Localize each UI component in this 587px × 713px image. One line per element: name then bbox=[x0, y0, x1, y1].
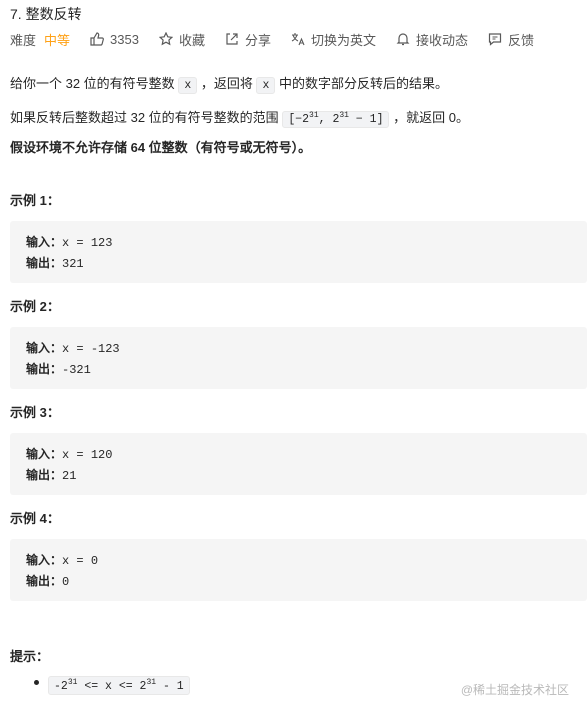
problem-title: 7. 整数反转 bbox=[10, 6, 82, 22]
example-1-title: 示例 1： bbox=[10, 193, 60, 208]
example-3-title: 示例 3： bbox=[10, 405, 60, 420]
range-exponent: 31 bbox=[339, 111, 349, 120]
feedback-label: 反馈 bbox=[508, 32, 535, 48]
example-output: 321 bbox=[62, 257, 84, 271]
constraint-exponent: 31 bbox=[67, 678, 78, 687]
output-label: 输出： bbox=[26, 256, 63, 270]
constraint-part: -2 bbox=[54, 679, 68, 693]
constraint-exponent: 31 bbox=[146, 678, 157, 687]
difficulty-label: 难度 bbox=[10, 32, 37, 48]
share-button[interactable]: 分享 bbox=[225, 30, 271, 49]
example-input: x = -123 bbox=[62, 342, 120, 356]
example-1-block: 输入：x = 123 输出：321 bbox=[10, 221, 587, 283]
desc-text: ，返回将 bbox=[200, 76, 253, 91]
example-input: x = 123 bbox=[62, 236, 113, 250]
problem-toolbar: 难度 中等 3353 收藏 分享 切换为英文 接收动态 反馈 bbox=[10, 28, 554, 50]
watermark: @稀土掘金技术社区 bbox=[460, 683, 569, 697]
inline-code-x: x bbox=[256, 77, 276, 94]
hint-constraint: -231 <= x <= 231 - 1 bbox=[48, 676, 190, 695]
example-output: 21 bbox=[62, 469, 77, 483]
desc-text: 如果反转后整数超过 32 位的有符号整数的范围 bbox=[10, 109, 279, 125]
input-label: 输入： bbox=[26, 341, 63, 355]
example-2-title: 示例 2： bbox=[10, 299, 60, 314]
translate-icon bbox=[291, 32, 305, 46]
example-input: x = 120 bbox=[62, 448, 113, 462]
desc-text: 给你一个 32 位的有符号整数 bbox=[10, 76, 175, 91]
switch-language-button[interactable]: 切换为英文 bbox=[291, 30, 376, 49]
example-4-block: 输入：x = 0 输出：0 bbox=[10, 539, 587, 601]
description-paragraph-1: 给你一个 32 位的有符号整数 x ，返回将 x 中的数字部分反转后的结果。 bbox=[10, 74, 448, 96]
share-icon bbox=[225, 32, 239, 46]
like-count: 3353 bbox=[110, 31, 139, 47]
output-label: 输出： bbox=[26, 574, 63, 588]
like-button[interactable]: 3353 bbox=[90, 32, 139, 47]
notify-label: 接收动态 bbox=[416, 32, 469, 48]
desc-text: ，就返回 0。 bbox=[393, 109, 469, 125]
star-icon bbox=[158, 32, 173, 46]
constraint-part: <= x <= 2 bbox=[77, 679, 147, 693]
bell-icon bbox=[396, 32, 410, 46]
example-3-block: 输入：x = 120 输出：21 bbox=[10, 433, 587, 495]
example-input: x = 0 bbox=[62, 554, 99, 568]
example-output: -321 bbox=[62, 363, 91, 377]
switch-language-label: 切换为英文 bbox=[310, 32, 376, 48]
input-label: 输入： bbox=[26, 553, 63, 567]
input-label: 输入： bbox=[26, 235, 63, 249]
difficulty-badge: 中等 bbox=[44, 32, 71, 48]
output-label: 输出： bbox=[26, 468, 63, 482]
inline-code-range: [−231, 231 − 1] bbox=[282, 110, 390, 128]
feedback-icon bbox=[488, 32, 502, 46]
range-part: , 2 bbox=[318, 112, 340, 126]
constraint-part: - 1 bbox=[156, 679, 184, 693]
range-exponent: 31 bbox=[309, 111, 319, 120]
desc-text: 中的数字部分反转后的结果。 bbox=[279, 76, 449, 91]
range-part: − 1] bbox=[348, 112, 384, 126]
input-label: 输入： bbox=[26, 447, 63, 461]
inline-code-x: x bbox=[178, 77, 198, 94]
thumbs-up-icon bbox=[90, 32, 104, 46]
output-label: 输出： bbox=[26, 362, 63, 376]
range-part: [−2 bbox=[288, 112, 310, 126]
example-4-title: 示例 4： bbox=[10, 511, 60, 526]
feedback-button[interactable]: 反馈 bbox=[488, 30, 534, 49]
description-paragraph-3: 假设环境不允许存储 64 位整数（有符号或无符号）。 bbox=[10, 140, 312, 155]
hints-title: 提示： bbox=[10, 649, 50, 664]
notify-button[interactable]: 接收动态 bbox=[396, 30, 468, 49]
share-label: 分享 bbox=[244, 32, 271, 48]
example-output: 0 bbox=[62, 575, 70, 589]
example-2-block: 输入：x = -123 输出：-321 bbox=[10, 327, 587, 389]
description-paragraph-2: 如果反转后整数超过 32 位的有符号整数的范围 [−231, 231 − 1] … bbox=[10, 106, 469, 130]
bullet-dot bbox=[34, 680, 39, 685]
favorite-label: 收藏 bbox=[178, 32, 205, 48]
favorite-button[interactable]: 收藏 bbox=[158, 30, 205, 49]
